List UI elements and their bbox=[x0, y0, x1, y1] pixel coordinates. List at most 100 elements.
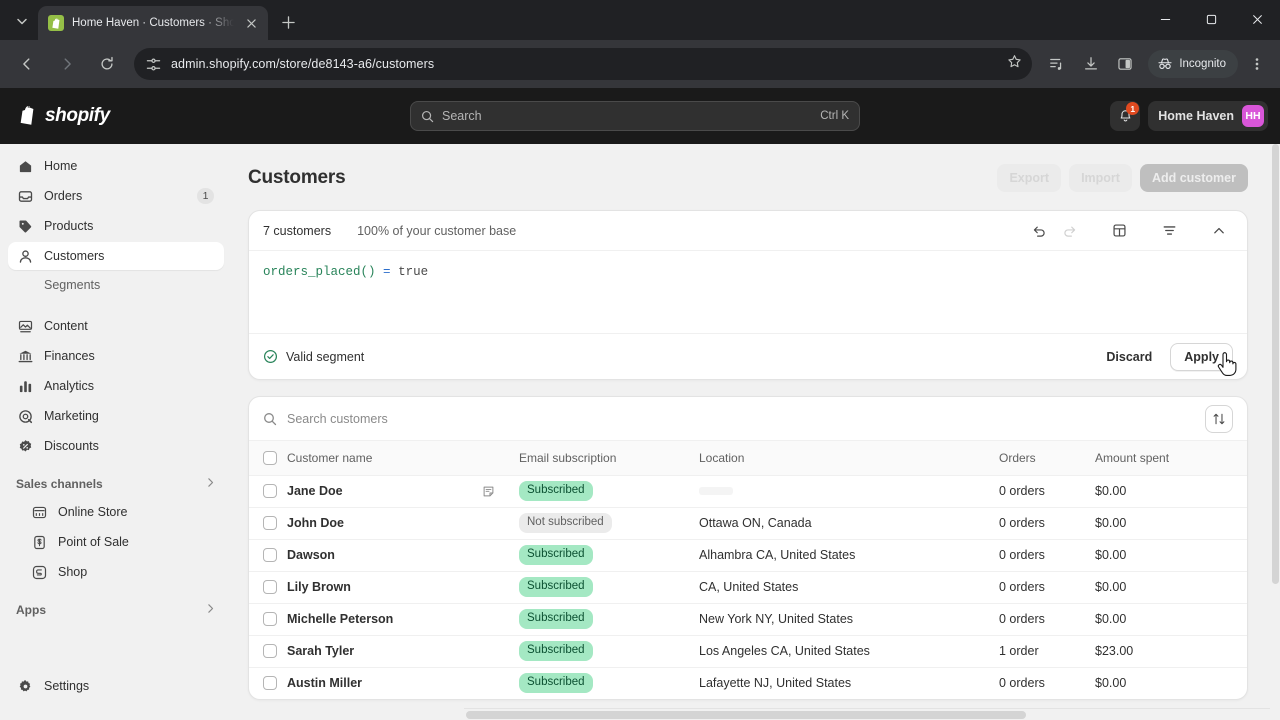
cell-orders: 0 orders bbox=[999, 676, 1045, 691]
incognito-profile-button[interactable]: Incognito bbox=[1148, 50, 1238, 78]
kebab-menu-icon[interactable] bbox=[1242, 49, 1272, 79]
side-panel-icon[interactable] bbox=[1110, 49, 1140, 79]
segment-footer-actions: Discard Apply bbox=[1098, 342, 1233, 371]
sidebar-item-content[interactable]: Content bbox=[8, 312, 224, 340]
star-icon[interactable] bbox=[1007, 54, 1022, 74]
minimize-icon[interactable] bbox=[1142, 0, 1188, 38]
download-icon[interactable] bbox=[1076, 49, 1106, 79]
cell-amount-spent: $0.00 bbox=[1095, 484, 1127, 498]
row-checkbox[interactable] bbox=[263, 644, 277, 658]
row-checkbox[interactable] bbox=[263, 580, 277, 594]
cell-customer-name[interactable]: Sarah Tyler bbox=[287, 635, 519, 667]
customer-name-wrap: Lily Brown bbox=[287, 580, 519, 594]
cell-customer-name[interactable]: Austin Miller bbox=[287, 667, 519, 699]
row-select-cell bbox=[249, 475, 287, 507]
status-badge: Subscribed bbox=[519, 673, 593, 693]
maximize-icon[interactable] bbox=[1188, 0, 1234, 38]
undo-icon[interactable] bbox=[1025, 217, 1053, 245]
cell-email-subscription: Subscribed bbox=[519, 539, 699, 571]
global-search-input[interactable]: Search Ctrl K bbox=[410, 101, 860, 131]
select-all-checkbox[interactable] bbox=[263, 450, 277, 465]
app-body: Home Orders 1 Products Customers Segment… bbox=[0, 144, 1280, 720]
sidebar-item-segments[interactable]: Segments bbox=[8, 272, 224, 298]
products-tag-icon bbox=[16, 219, 34, 234]
tab-search-icon[interactable] bbox=[8, 7, 36, 35]
store-menu-button[interactable]: Home Haven HH bbox=[1148, 101, 1268, 131]
sidebar-item-customers[interactable]: Customers bbox=[8, 242, 224, 270]
table-row[interactable]: John Doe Not subscribed Ottawa ON, Canada 0… bbox=[249, 507, 1247, 539]
cell-amount-spent: $0.00 bbox=[1095, 548, 1127, 562]
status-badge: Subscribed bbox=[519, 577, 593, 597]
scrollbar-thumb[interactable] bbox=[1272, 144, 1279, 584]
add-customer-button[interactable]: Add customer bbox=[1139, 164, 1248, 192]
sidebar-item-marketing[interactable]: Marketing bbox=[8, 402, 224, 430]
reload-icon[interactable] bbox=[92, 49, 122, 79]
cell-location: Ottawa ON, Canada bbox=[699, 507, 999, 539]
page-vertical-scrollbar[interactable] bbox=[1270, 144, 1280, 720]
discard-button[interactable]: Discard bbox=[1098, 343, 1160, 371]
close-window-icon[interactable] bbox=[1234, 0, 1280, 38]
cell-customer-name[interactable]: Lily Brown bbox=[287, 571, 519, 603]
sidebar-group-apps[interactable]: Apps bbox=[8, 596, 224, 624]
row-checkbox[interactable] bbox=[263, 484, 277, 498]
row-checkbox[interactable] bbox=[263, 676, 277, 691]
shopify-logo[interactable]: shopify bbox=[12, 105, 110, 127]
table-row[interactable]: Dawson Subscribed Alhambra CA, United Stat… bbox=[249, 539, 1247, 571]
page-header: Customers Export Import Add customer bbox=[248, 160, 1248, 196]
address-bar[interactable]: admin.shopify.com/store/de8143-a6/custom… bbox=[134, 48, 1033, 80]
search-customers-input[interactable]: Search customers bbox=[287, 412, 1195, 426]
column-email-subscription[interactable]: Email subscription bbox=[519, 441, 699, 475]
customer-name-text: Sarah Tyler bbox=[287, 644, 355, 658]
customer-name-wrap: Jane Doe bbox=[287, 484, 519, 498]
customers-table-head: Customer name Email subscription Locatio… bbox=[249, 441, 1247, 475]
cell-location: Alhambra CA, United States bbox=[699, 539, 999, 571]
sidebar-item-analytics[interactable]: Analytics bbox=[8, 372, 224, 400]
sidebar-item-online-store[interactable]: Online Store bbox=[8, 498, 224, 526]
cell-customer-name[interactable]: Jane Doe bbox=[287, 475, 519, 507]
sidebar-group-sales-channels[interactable]: Sales channels bbox=[8, 470, 224, 498]
sidebar-item-settings[interactable]: Settings bbox=[8, 672, 224, 700]
table-row[interactable]: Lily Brown Subscribed CA, United States 0 o… bbox=[249, 571, 1247, 603]
sidebar-item-point-of-sale[interactable]: Point of Sale bbox=[8, 528, 224, 556]
apply-button[interactable]: Apply bbox=[1170, 342, 1233, 371]
back-arrow-icon[interactable] bbox=[12, 49, 42, 79]
row-checkbox[interactable] bbox=[263, 548, 277, 562]
row-checkbox[interactable] bbox=[263, 516, 277, 530]
sidebar-item-orders[interactable]: Orders 1 bbox=[8, 182, 224, 210]
table-row[interactable]: Michelle Peterson Subscribed New York NY, … bbox=[249, 603, 1247, 635]
notifications-button[interactable]: 1 bbox=[1110, 101, 1141, 131]
sidebar-item-finances[interactable]: Finances bbox=[8, 342, 224, 370]
column-location[interactable]: Location bbox=[699, 441, 999, 475]
note-icon[interactable] bbox=[482, 485, 495, 498]
new-tab-button[interactable] bbox=[275, 9, 301, 35]
scrollbar-thumb[interactable] bbox=[466, 711, 1026, 719]
forward-arrow-icon bbox=[52, 49, 82, 79]
sidebar-item-discounts[interactable]: Discounts bbox=[8, 432, 224, 460]
sort-arrows-icon[interactable] bbox=[1205, 404, 1233, 433]
sidebar-item-shop[interactable]: Shop bbox=[8, 558, 224, 586]
reading-list-icon[interactable] bbox=[1042, 49, 1072, 79]
export-button[interactable]: Export bbox=[997, 164, 1062, 192]
table-row[interactable]: Sarah Tyler Subscribed Los Angeles CA, Uni… bbox=[249, 635, 1247, 667]
row-checkbox[interactable] bbox=[263, 612, 277, 626]
table-row[interactable]: Austin Miller Subscribed Lafayette NJ, Uni… bbox=[249, 667, 1247, 699]
sidebar-item-products[interactable]: Products bbox=[8, 212, 224, 240]
sidebar-item-home[interactable]: Home bbox=[8, 152, 224, 180]
orders-badge: 1 bbox=[197, 188, 214, 204]
column-orders[interactable]: Orders bbox=[999, 441, 1095, 475]
filter-icon[interactable] bbox=[1155, 217, 1183, 245]
cell-customer-name[interactable]: John Doe bbox=[287, 507, 519, 539]
column-amount-spent[interactable]: Amount spent bbox=[1095, 441, 1247, 475]
cell-customer-name[interactable]: Michelle Peterson bbox=[287, 603, 519, 635]
site-settings-icon[interactable] bbox=[146, 57, 161, 72]
segment-query-editor[interactable]: orders_placed() = true bbox=[249, 251, 1247, 333]
template-icon[interactable] bbox=[1105, 217, 1133, 245]
column-customer-name[interactable]: Customer name bbox=[287, 441, 519, 475]
browser-tab[interactable]: Home Haven · Customers · Sho bbox=[38, 6, 268, 40]
import-button[interactable]: Import bbox=[1069, 164, 1132, 192]
table-row[interactable]: Jane Doe Subscribed 0 orders $0.00 bbox=[249, 475, 1247, 507]
cell-customer-name[interactable]: Dawson bbox=[287, 539, 519, 571]
chevron-up-icon[interactable] bbox=[1205, 217, 1233, 245]
close-icon[interactable] bbox=[242, 14, 260, 32]
content-horizontal-scrollbar[interactable] bbox=[464, 708, 1280, 720]
